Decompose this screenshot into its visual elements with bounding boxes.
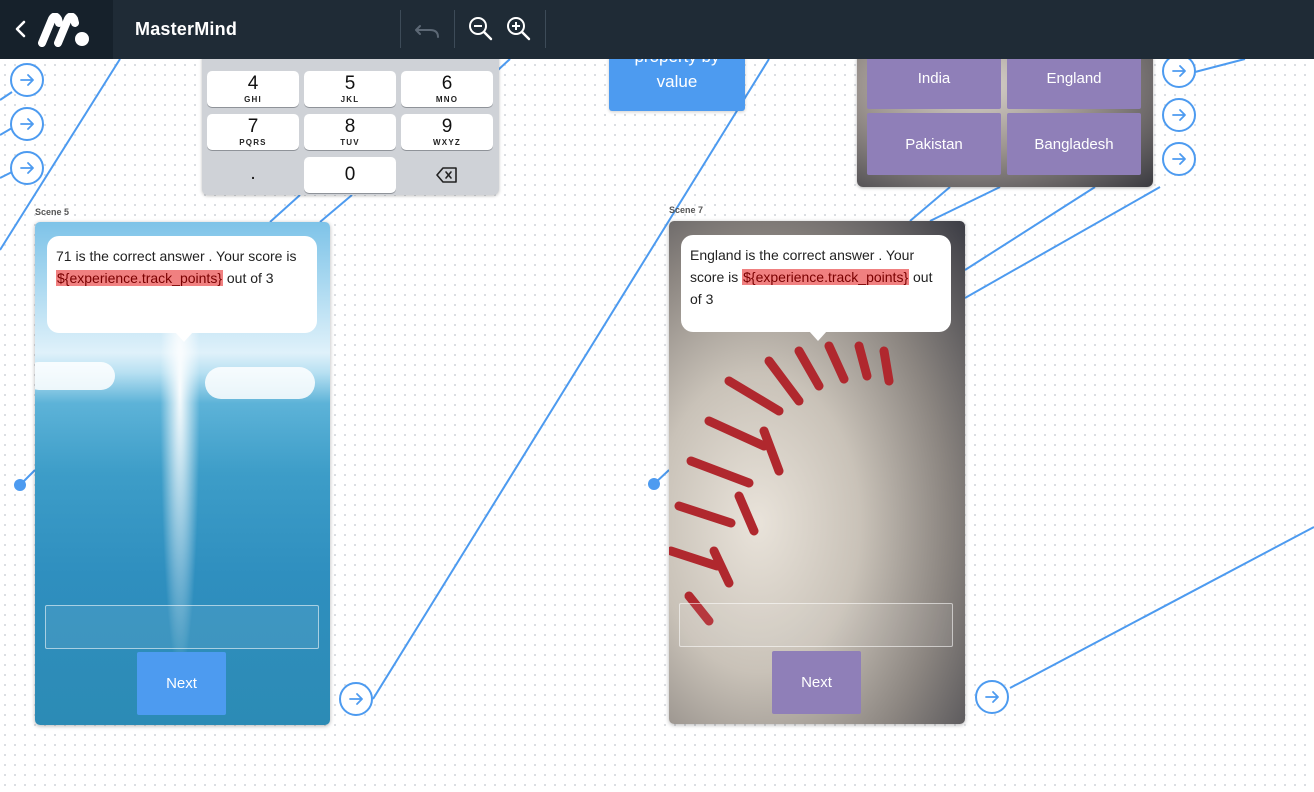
node-title-line2: value [656,72,698,91]
connection-port[interactable] [10,151,44,185]
connection-port[interactable] [10,63,44,97]
answer-input[interactable] [45,605,319,649]
keypad-key-5[interactable]: 5 JKL [304,71,396,107]
zoom-in-icon[interactable] [504,14,534,44]
scene-5-card[interactable]: 71 is the correct answer . Your score is… [35,222,330,725]
option-button[interactable]: Pakistan [867,113,1001,175]
arrow-right-icon [1172,153,1186,165]
toolbar-divider [400,10,401,48]
next-port[interactable] [339,682,373,716]
answer-input[interactable] [679,603,953,647]
mastermind-logo [38,13,89,47]
input-connector[interactable] [14,479,26,491]
undo-icon[interactable] [412,14,442,44]
scene-label: Scene 7 [669,205,704,215]
speech-bubble: England is the correct answer . Your sco… [681,235,951,341]
keypad-key-4[interactable]: 4 GHI [207,71,299,107]
toolbar-divider [545,10,546,48]
template-variable: ${experience.track_points} [56,270,223,286]
connection-port[interactable] [10,107,44,141]
keypad-key-dot[interactable]: . [207,157,299,193]
option-button[interactable]: Bangladesh [1007,113,1141,175]
option-port[interactable] [1162,98,1196,132]
arrow-right-icon [20,118,34,130]
keypad-key-9[interactable]: 9 WXYZ [401,114,493,150]
keypad-key-backspace[interactable] [401,157,493,193]
next-button[interactable]: Next [772,651,861,714]
arrow-right-icon [1172,65,1186,77]
template-variable: ${experience.track_points} [742,269,910,285]
top-toolbar: MasterMind [0,0,1314,59]
toolbar-divider [454,10,455,48]
speech-bubble: 71 is the correct answer . Your score is… [47,236,317,342]
zoom-out-icon[interactable] [466,14,496,44]
next-button[interactable]: Next [137,652,226,715]
app-title: MasterMind [135,19,238,39]
cloud [205,367,315,399]
arrow-right-icon [1172,109,1186,121]
arrow-right-icon [20,74,34,86]
back-button[interactable] [0,0,113,59]
option-port[interactable] [1162,54,1196,88]
backspace-icon [436,167,457,183]
arrow-right-icon [985,691,999,703]
keypad-key-8[interactable]: 8 TUV [304,114,396,150]
keypad-key-0[interactable]: 0 [304,157,396,193]
arrow-right-icon [20,162,34,174]
keypad-key-7[interactable]: 7 PQRS [207,114,299,150]
option-port[interactable] [1162,142,1196,176]
numeric-keypad: 4 GHI 5 JKL 6 MNO 7 PQRS 8 TUV 9 WXYZ . … [202,38,499,195]
input-connector[interactable] [648,478,660,490]
keypad-key-6[interactable]: 6 MNO [401,71,493,107]
chevron-left-icon[interactable] [12,19,30,39]
scene-7-card[interactable]: England is the correct answer . Your sco… [669,221,965,724]
arrow-right-icon [349,693,363,705]
scene-label: Scene 5 [35,207,70,217]
next-port[interactable] [975,680,1009,714]
cloud [35,362,115,390]
country-options-card: India England Pakistan Bangladesh [857,40,1153,187]
